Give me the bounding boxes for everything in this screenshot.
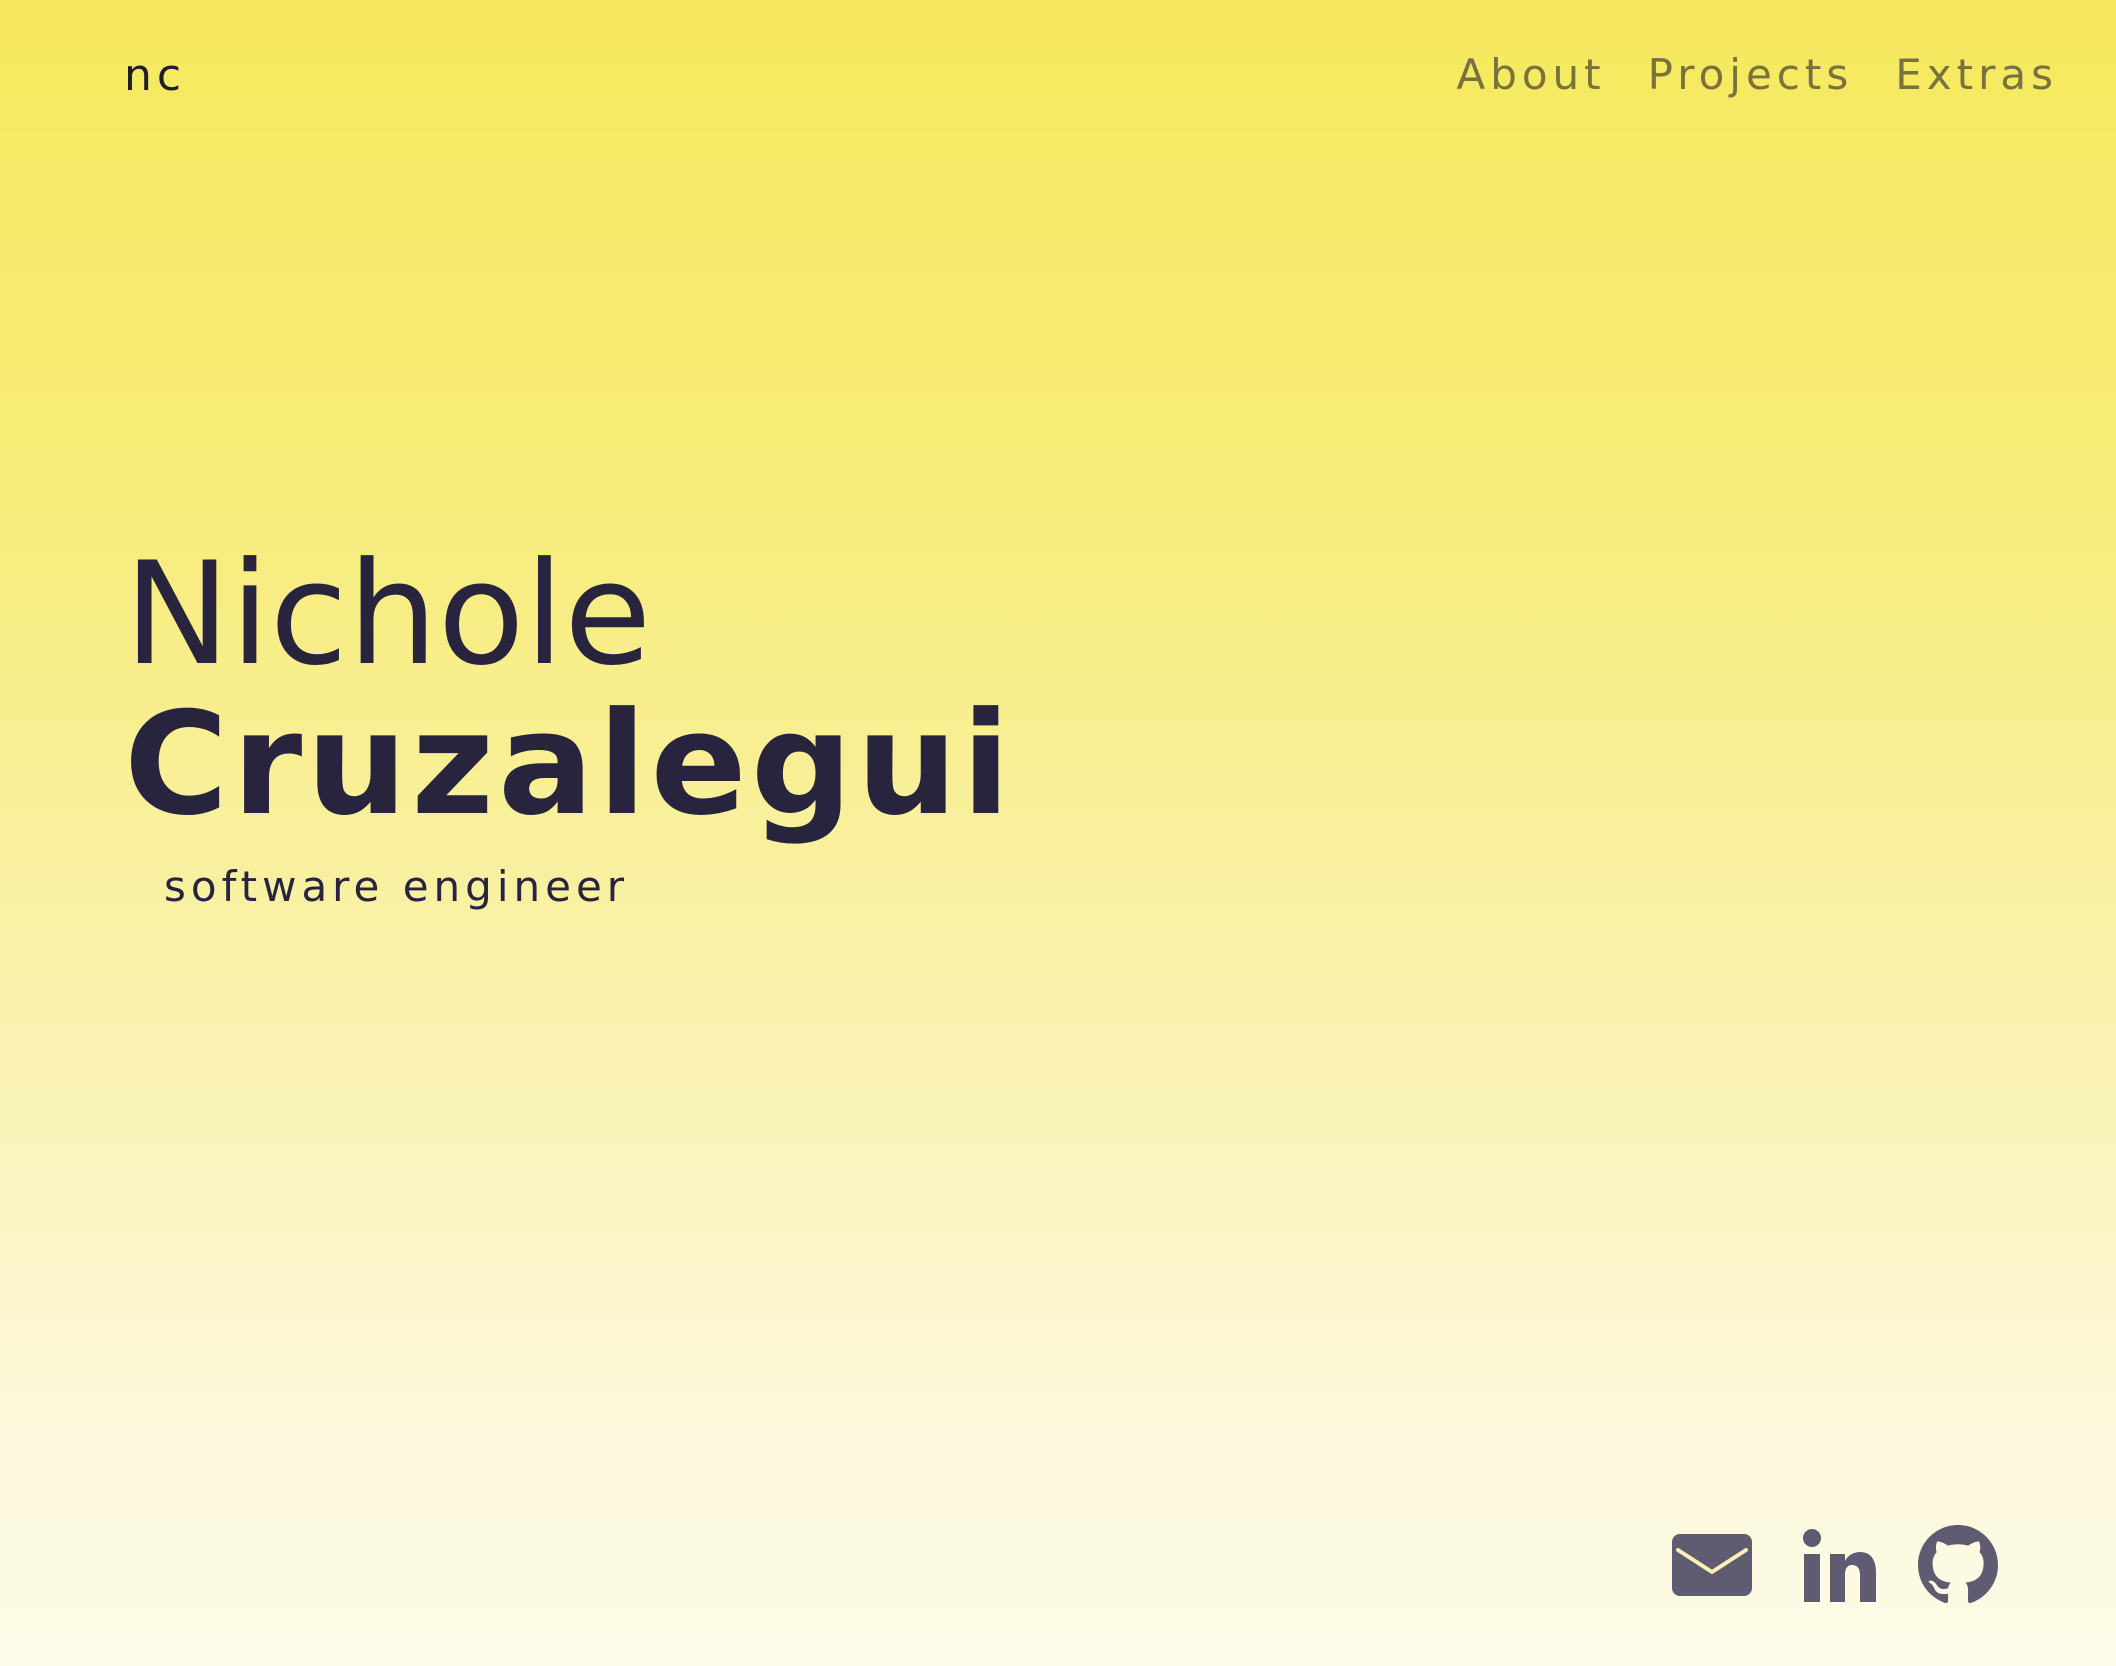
nav-extras[interactable]: Extras	[1895, 50, 2058, 99]
hero: Nichole Cruzalegui software engineer	[124, 532, 1015, 912]
nav-projects[interactable]: Projects	[1648, 50, 1854, 99]
email-link[interactable]	[1672, 1534, 1752, 1596]
last-name: Cruzalegui	[124, 682, 1015, 847]
nav-about[interactable]: About	[1456, 50, 1605, 99]
linkedin-icon	[1803, 1529, 1876, 1602]
main-nav: About Projects Extras	[1456, 50, 2058, 99]
github-icon	[1918, 1525, 1998, 1604]
logo-link[interactable]: nc	[124, 50, 186, 101]
github-link[interactable]	[1918, 1525, 1998, 1605]
linkedin-link[interactable]	[1802, 1528, 1876, 1602]
mail-icon	[1672, 1534, 1752, 1596]
job-title: software engineer	[164, 862, 630, 911]
social-links	[1672, 1525, 1998, 1605]
first-name: Nichole	[124, 532, 652, 697]
